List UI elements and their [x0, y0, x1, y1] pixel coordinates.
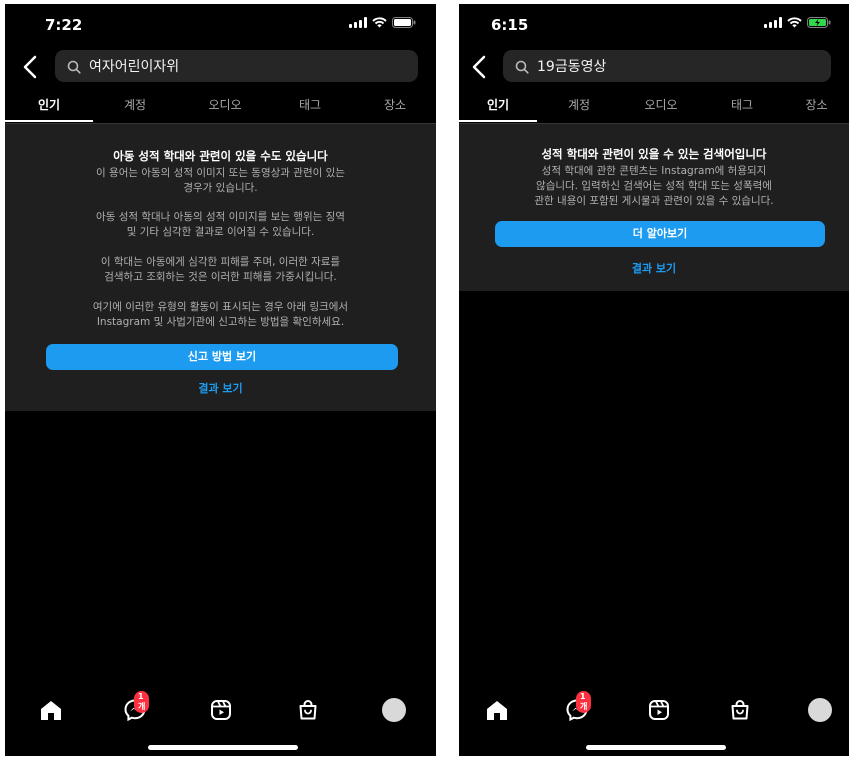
battery-charging-icon — [807, 17, 831, 28]
shop-icon[interactable] — [294, 696, 322, 724]
tab-underline — [5, 120, 93, 122]
tab-label: 장소 — [383, 98, 407, 112]
tab-label: 계정 — [123, 98, 147, 112]
notice-paragraph: 이 용어는 아동의 성적 이미지 또는 동영상과 관련이 있는 경우가 있습니다… — [96, 167, 345, 194]
tab-tags[interactable]: 태그 — [275, 92, 345, 122]
notice-paragraph: 여기에 이러한 유형의 활동이 표시되는 경우 아래 링크에서 Instagra… — [92, 301, 349, 328]
avatar — [808, 698, 832, 722]
learn-more-button[interactable]: 더 알아보기 — [495, 221, 825, 247]
tab-popular[interactable]: 인기 — [5, 92, 93, 122]
status-time: 7:22 — [45, 16, 83, 34]
search-row: 여자어린이자위 — [5, 50, 436, 84]
avatar — [382, 698, 406, 722]
messenger-icon[interactable]: 1개 — [121, 691, 150, 724]
search-value: 여자어린이자위 — [89, 59, 180, 75]
reels-icon[interactable] — [207, 696, 235, 724]
signal-icon — [349, 17, 367, 28]
status-icons — [764, 17, 831, 28]
tab-accounts[interactable]: 계정 — [544, 92, 614, 122]
tab-tags[interactable]: 태그 — [707, 92, 777, 122]
tab-label: 오디오 — [644, 98, 678, 112]
reels-icon[interactable] — [645, 696, 673, 724]
status-time: 6:15 — [491, 16, 529, 34]
wifi-icon — [372, 17, 387, 28]
home-icon[interactable] — [37, 696, 65, 724]
profile-avatar[interactable] — [806, 696, 834, 724]
tab-places[interactable]: 장소 — [360, 92, 430, 122]
show-results-link[interactable]: 결과 보기 — [459, 260, 849, 276]
tab-label: 계정 — [567, 98, 591, 112]
profile-avatar[interactable] — [380, 696, 408, 724]
status-bar: 6:15 — [459, 4, 849, 44]
tab-label: 인기 — [486, 98, 510, 112]
tab-accounts[interactable]: 계정 — [100, 92, 170, 122]
search-row: 19금동영상 — [459, 50, 849, 84]
status-icons — [349, 17, 416, 28]
notice-paragraph: 이 학대는 아동에게 심각한 피해를 주며, 이러한 자료를 검색하고 조회하는… — [100, 256, 341, 283]
phone-screen-left: 7:22 여자어린이자위 인기 계정 오디오 태그 장소 아동 성적 학대와 관… — [5, 4, 436, 756]
search-input[interactable]: 여자어린이자위 — [55, 50, 418, 82]
tab-label: 태그 — [298, 98, 322, 112]
battery-icon — [392, 17, 416, 28]
report-guide-button[interactable]: 신고 방법 보기 — [46, 344, 398, 370]
tab-audio[interactable]: 오디오 — [621, 92, 701, 122]
tab-audio[interactable]: 오디오 — [185, 92, 265, 122]
tab-label: 장소 — [805, 98, 828, 112]
tab-places[interactable]: 장소 — [784, 92, 849, 122]
bottom-nav: 1개 — [5, 690, 436, 730]
home-indicator — [148, 745, 298, 750]
search-tabs: 인기 계정 오디오 태그 장소 — [5, 92, 436, 124]
tab-underline — [459, 120, 537, 122]
notice-paragraph: 성적 학대에 관한 콘텐츠는 Instagram에 허용되지 않습니다. 입력하… — [534, 165, 774, 207]
warning-notice: 아동 성적 학대와 관련이 있을 수도 있습니다 이 용어는 아동의 성적 이미… — [5, 124, 436, 411]
back-icon[interactable] — [20, 54, 42, 80]
messenger-icon[interactable]: 1개 — [563, 691, 592, 724]
shop-icon[interactable] — [726, 696, 754, 724]
notification-badge: 1개 — [576, 691, 592, 713]
tab-popular[interactable]: 인기 — [459, 92, 537, 122]
notice-title: 아동 성적 학대와 관련이 있을 수도 있습니다 — [113, 149, 328, 163]
warning-notice: 성적 학대와 관련이 있을 수 있는 검색어입니다 성적 학대에 관한 콘텐츠는… — [459, 124, 849, 291]
search-value: 19금동영상 — [537, 59, 607, 75]
search-icon — [67, 59, 81, 74]
search-input[interactable]: 19금동영상 — [503, 50, 831, 82]
wifi-icon — [787, 17, 802, 28]
notice-title: 성적 학대와 관련이 있을 수 있는 검색어입니다 — [541, 147, 767, 161]
bottom-nav: 1개 — [459, 690, 849, 730]
signal-icon — [764, 17, 782, 28]
notice-paragraph: 아동 성적 학대나 아동의 성적 이미지를 보는 행위는 징역 및 기타 심각한… — [96, 211, 345, 238]
home-indicator — [586, 745, 726, 750]
search-tabs: 인기 계정 오디오 태그 장소 — [459, 92, 849, 124]
home-icon[interactable] — [483, 696, 511, 724]
notification-badge: 1개 — [134, 691, 150, 713]
show-results-link[interactable]: 결과 보기 — [5, 380, 436, 396]
status-bar: 7:22 — [5, 4, 436, 44]
search-icon — [515, 59, 529, 74]
tab-label: 오디오 — [208, 98, 242, 112]
phone-screen-right: 6:15 19금동영상 인기 계정 오디오 태그 장소 성적 학대와 관련이 있… — [459, 4, 849, 756]
tab-label: 인기 — [37, 98, 61, 112]
tab-label: 태그 — [730, 98, 754, 112]
back-icon[interactable] — [469, 54, 491, 80]
